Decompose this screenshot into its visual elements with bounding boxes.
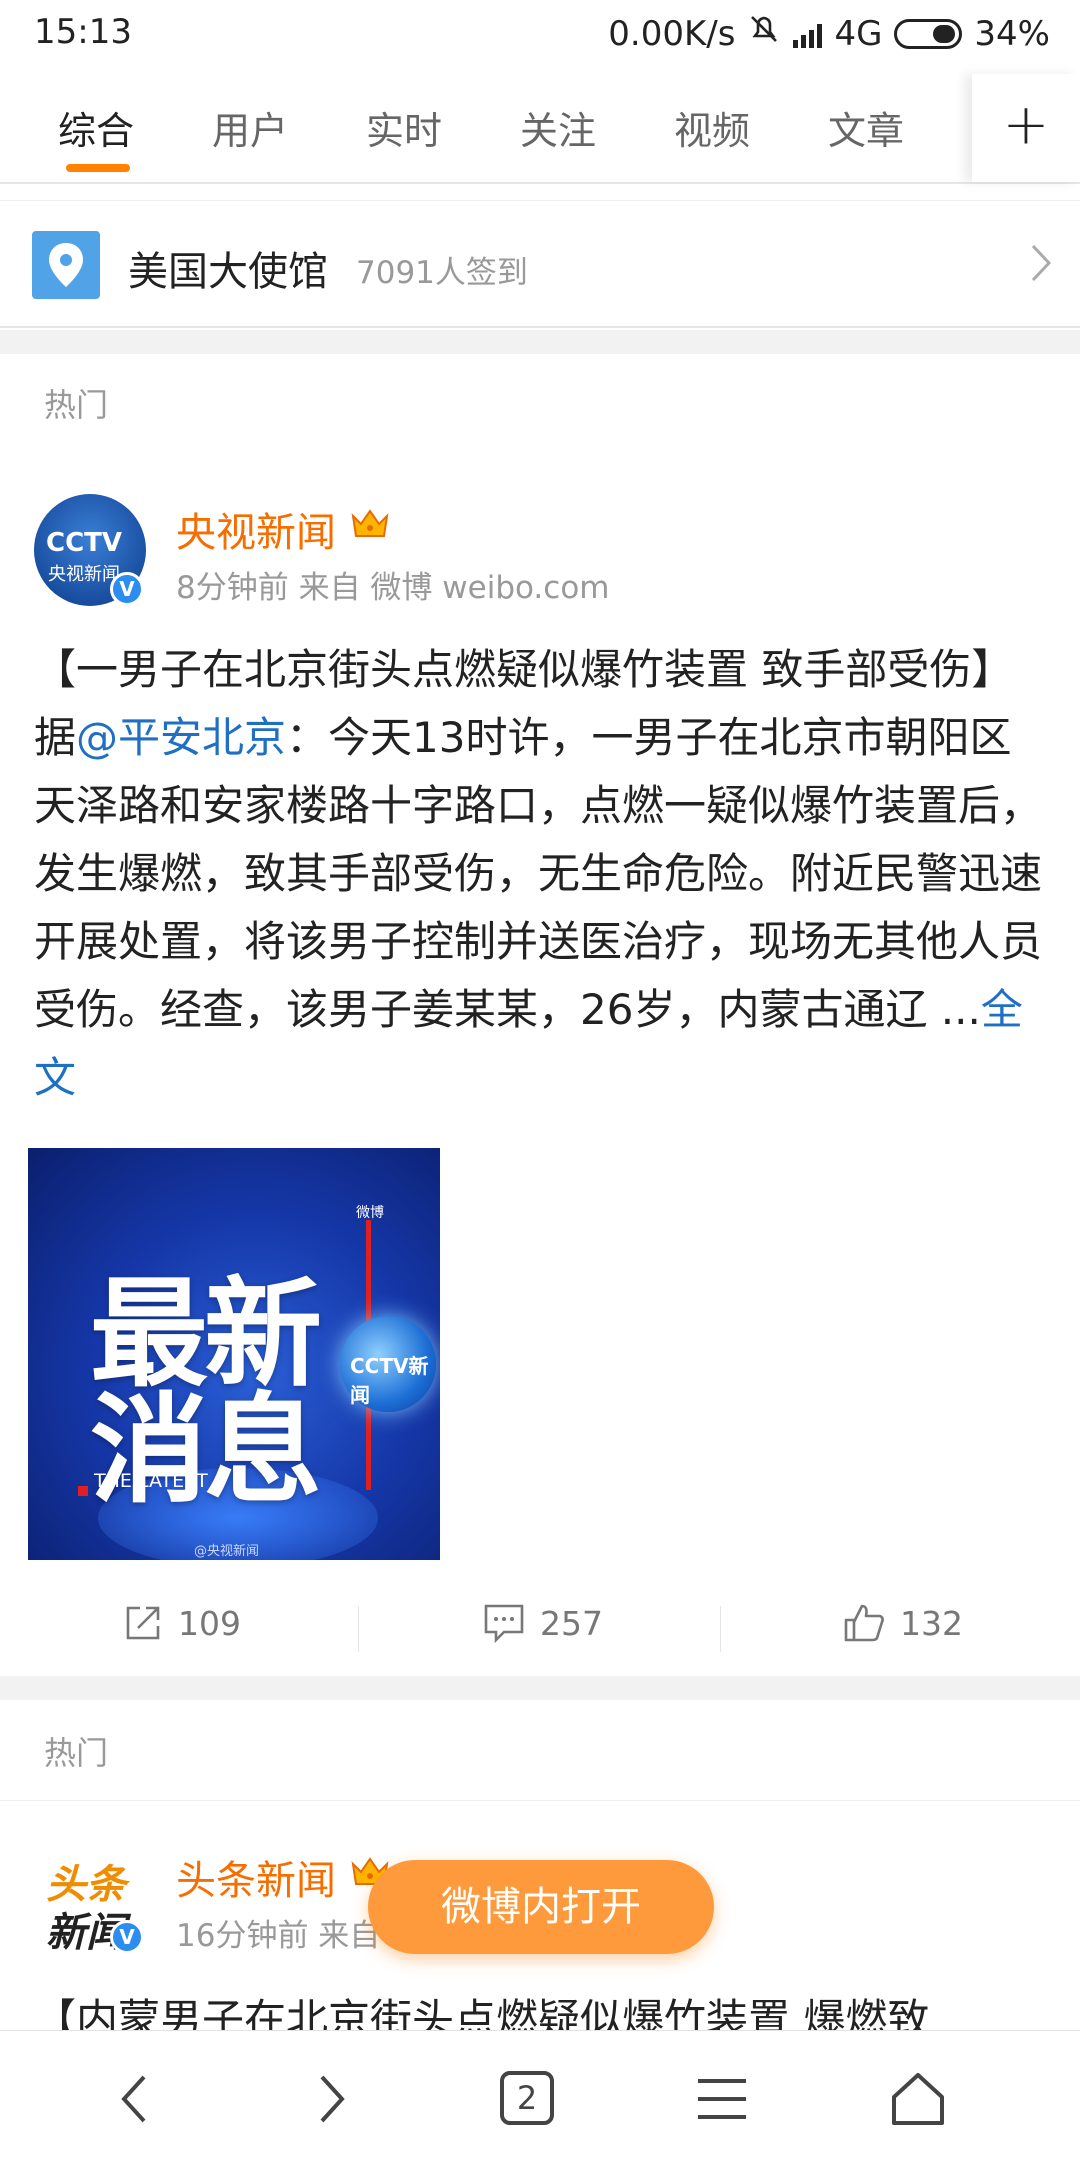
- location-row[interactable]: 美国大使馆 7091人签到: [0, 200, 1080, 328]
- tab-all[interactable]: 综合: [58, 100, 134, 155]
- section-divider: [0, 330, 1080, 354]
- tab-realtime[interactable]: 实时: [366, 100, 442, 155]
- like-count: 132: [900, 1603, 963, 1643]
- repost-button[interactable]: 109: [122, 1602, 241, 1644]
- plus-icon: +: [1002, 92, 1050, 158]
- battery-percent: 34%: [974, 13, 1050, 54]
- comment-icon: [484, 1604, 524, 1644]
- author-name[interactable]: 头条新闻: [176, 1848, 336, 1906]
- action-divider: [358, 1606, 359, 1652]
- battery-icon: [894, 18, 963, 49]
- post-meta: 16分钟前 来自: [176, 1918, 381, 1954]
- open-in-weibo-button[interactable]: 微博内打开: [368, 1860, 714, 1954]
- forward-icon[interactable]: [300, 2069, 360, 2129]
- signal-icon: [793, 20, 823, 48]
- author-name[interactable]: 央视新闻: [176, 500, 336, 558]
- section-label-hot: 热门: [44, 386, 109, 424]
- active-tab-indicator: [66, 164, 130, 172]
- tabs-button[interactable]: 2: [498, 2069, 558, 2129]
- cctv-logo: CCTV: [46, 528, 123, 558]
- image-title-line2: 消息: [90, 1381, 322, 1519]
- comment-count: 257: [540, 1603, 603, 1643]
- crown-icon: [351, 509, 389, 537]
- status-bar: 15:13 0.00K/s 4G 34%: [0, 0, 1080, 70]
- like-button[interactable]: 132: [842, 1602, 963, 1644]
- repost-count: 109: [178, 1603, 241, 1643]
- divider: [0, 1800, 1080, 1801]
- cctv-globe-logo: CCTV新闻: [340, 1316, 436, 1412]
- tab-count: 2: [500, 2071, 554, 2125]
- verified-badge-icon: V: [110, 1920, 144, 1954]
- home-icon[interactable]: [888, 2069, 948, 2129]
- mention-link[interactable]: @平安北京: [76, 713, 286, 762]
- post-body: 【一男子在北京街头点燃疑似爆竹装置 致手部受伤】据@平安北京：今天13时许，一男…: [34, 636, 1050, 1112]
- post-actions: 109 257 132: [0, 1588, 1080, 1664]
- avatar-caption: 央视新闻: [48, 564, 120, 585]
- comment-button[interactable]: 257: [482, 1602, 603, 1644]
- image-red-square: [78, 1486, 88, 1496]
- search-tabs: 综合 用户 实时 关注 视频 文章 +: [0, 74, 1080, 184]
- location-name: 美国大使馆: [128, 249, 328, 295]
- browser-bottom-nav: 2: [0, 2030, 1080, 2160]
- tab-following[interactable]: 关注: [520, 100, 596, 155]
- chevron-right-icon: [1031, 244, 1052, 282]
- checkin-count: 7091人签到: [356, 255, 528, 291]
- image-caption: THE LATEST: [94, 1470, 208, 1492]
- tab-video[interactable]: 视频: [674, 100, 750, 155]
- back-icon[interactable]: [106, 2069, 166, 2129]
- verified-badge-icon: V: [110, 572, 144, 606]
- image-credit: @央视新闻: [194, 1544, 260, 1559]
- weibo-watermark: 微博: [356, 1205, 384, 1221]
- location-pin-icon: [32, 231, 100, 299]
- section-divider: [0, 1676, 1080, 1700]
- menu-icon[interactable]: [692, 2069, 752, 2129]
- thumbs-up-icon: [844, 1604, 884, 1642]
- post-image[interactable]: 微博 最新 消息 THE LATEST CCTV新闻 @央视新闻: [28, 1148, 440, 1560]
- tab-users[interactable]: 用户: [212, 100, 288, 155]
- net-speed: 0.00K/s: [608, 13, 736, 54]
- add-tab-button[interactable]: +: [972, 74, 1080, 182]
- section-label-hot: 热门: [44, 1734, 109, 1772]
- status-time: 15:13: [34, 12, 132, 52]
- globe-text: CCTV新闻: [350, 1354, 429, 1407]
- post-meta: 8分钟前 来自 微博 weibo.com: [176, 570, 610, 606]
- action-divider: [720, 1606, 721, 1652]
- tab-articles[interactable]: 文章: [828, 100, 904, 155]
- mute-icon: [747, 12, 781, 55]
- status-icons: 0.00K/s 4G 34%: [608, 12, 1050, 55]
- share-icon: [126, 1606, 160, 1640]
- network-type: 4G: [834, 13, 883, 54]
